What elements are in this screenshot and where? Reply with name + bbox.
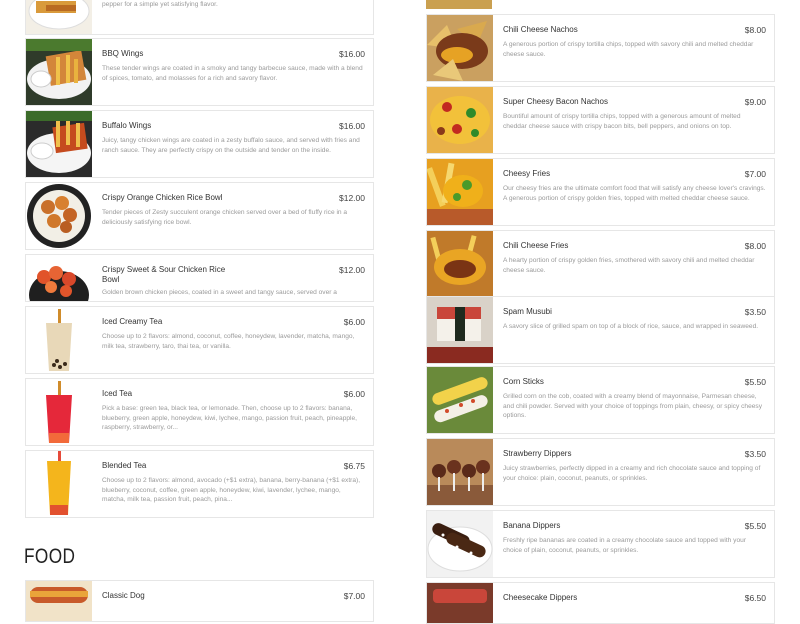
- menu-item-description: A generous portion of crispy tortilla ch…: [503, 41, 754, 58]
- menu-item-price: $6.00: [343, 389, 365, 399]
- menu-item-price: $8.00: [744, 241, 766, 251]
- menu-item-name: Spam Musubi: [503, 307, 552, 316]
- menu-item-name: Iced Tea: [102, 389, 133, 398]
- menu-item-name: Blended Tea: [102, 461, 147, 470]
- menu-item-description: pepper for a simple yet satisfying flavo…: [102, 1, 218, 8]
- menu-item-description: Choose up to 2 flavors: almond, coconut,…: [102, 333, 355, 350]
- menu-item-description: These tender wings are coated in a smoky…: [102, 65, 363, 82]
- menu-item-name: Cheesy Fries: [503, 169, 551, 178]
- cheesecake-dippers-image: [427, 583, 493, 623]
- menu-item-description: Our cheesy fries are the ultimate comfor…: [503, 185, 766, 202]
- menu-item-description: Choose up to 2 flavors: almond, avocado …: [102, 477, 361, 504]
- menu-item-name: Banana Dippers: [503, 521, 561, 530]
- menu-item-description: Juicy, tangy chicken wings are coated in…: [102, 137, 360, 154]
- chili-cheese-fries-image: [427, 231, 493, 297]
- menu-item-description: Pick a base: green tea, black tea, or le…: [102, 405, 357, 432]
- menu-item-price: $6.00: [343, 317, 365, 327]
- menu-item-card[interactable]: Crispy Sweet & Sour Chicken Rice Bowl $1…: [25, 254, 374, 302]
- blended-tea-image: [26, 451, 92, 517]
- menu-item-name: Cheesecake Dippers: [503, 593, 578, 602]
- menu-item-card[interactable]: Banana Dippers $5.50 Freshly ripe banana…: [426, 510, 775, 578]
- menu-item-name: Corn Sticks: [503, 377, 544, 386]
- menu-item-card[interactable]: Corn Sticks $5.50 Grilled corn on the co…: [426, 366, 775, 434]
- menu-item-card[interactable]: Classic Dog $7.00: [25, 580, 374, 622]
- menu-item-name: Strawberry Dippers: [503, 449, 572, 458]
- menu-item-card[interactable]: Chili Cheese Fries $8.00 A hearty portio…: [426, 230, 775, 298]
- menu-item-description: Golden brown chicken pieces, coated in a…: [102, 289, 337, 296]
- menu-item-price: $5.50: [744, 521, 766, 531]
- chili-cheese-nachos-image: [427, 15, 493, 81]
- menu-item-price: $12.00: [339, 193, 365, 203]
- menu-item-card[interactable]: Cheesy Fries $7.00 Our cheesy fries are …: [426, 158, 775, 226]
- corn-sticks-image: [427, 367, 493, 433]
- menu-item-price: $8.00: [744, 25, 766, 35]
- menu-item-card[interactable]: [426, 0, 773, 9]
- menu-item-card[interactable]: Blended Tea $6.75 Choose up to 2 flavors…: [25, 450, 374, 518]
- menu-item-name: Chili Cheese Fries: [503, 241, 569, 250]
- classic-dog-image: [26, 581, 92, 621]
- banana-dippers-image: [427, 511, 493, 577]
- menu-item-card[interactable]: Iced Tea $6.00 Pick a base: green tea, b…: [25, 378, 374, 446]
- food-image: [426, 0, 492, 9]
- strawberry-dippers-image: [427, 439, 493, 505]
- menu-item-card[interactable]: Strawberry Dippers $3.50 Juicy strawberr…: [426, 438, 775, 506]
- cheesy-fries-image: [427, 159, 493, 225]
- menu-item-card[interactable]: Chili Cheese Nachos $8.00 A generous por…: [426, 14, 775, 82]
- menu-item-name: Super Cheesy Bacon Nachos: [503, 97, 608, 106]
- section-title-food: FOOD: [24, 545, 76, 568]
- menu-item-name: Buffalo Wings: [102, 121, 152, 130]
- menu-item-card[interactable]: Buffalo Wings $16.00 Juicy, tangy chicke…: [25, 110, 374, 178]
- menu-item-name: BBQ Wings: [102, 49, 144, 58]
- menu-item-card[interactable]: Crispy Orange Chicken Rice Bowl $12.00 T…: [25, 182, 374, 250]
- menu-item-description: Freshly ripe bananas are coated in a cre…: [503, 537, 747, 554]
- menu-item-description: Bountiful amount of crispy tortilla chip…: [503, 113, 741, 130]
- menu-item-price: $7.00: [744, 169, 766, 179]
- bbq-wings-image: [26, 39, 92, 105]
- menu-item-price: $3.50: [744, 307, 766, 317]
- menu-item-description: Grilled corn on the cob, coated with a c…: [503, 393, 762, 420]
- buffalo-wings-image: [26, 111, 92, 177]
- bacon-nachos-image: [427, 87, 493, 153]
- menu-item-price: $6.50: [744, 593, 766, 603]
- menu-item-description: Tender pieces of Zesty succulent orange …: [102, 209, 348, 226]
- spam-musubi-image: [427, 297, 493, 363]
- menu-item-price: $6.75: [343, 461, 365, 471]
- menu-item-name: Crispy Sweet & Sour Chicken Rice Bowl: [102, 265, 226, 284]
- menu-item-card[interactable]: Spam Musubi $3.50 A savory slice of gril…: [426, 296, 775, 364]
- menu-item-card[interactable]: Iced Creamy Tea $6.00 Choose up to 2 fla…: [25, 306, 374, 374]
- menu-item-description: A hearty portion of crispy golden fries,…: [503, 257, 755, 274]
- menu-item-name: Iced Creamy Tea: [102, 317, 163, 326]
- iced-tea-image: [26, 379, 92, 445]
- menu-item-card[interactable]: Super Cheesy Bacon Nachos $9.00 Bountifu…: [426, 86, 775, 154]
- menu-item-name: Chili Cheese Nachos: [503, 25, 578, 34]
- menu-item-card[interactable]: pepper for a simple yet satisfying flavo…: [25, 0, 374, 35]
- sweet-sour-chicken-bowl-image: [26, 255, 92, 301]
- menu-item-price: $16.00: [339, 121, 365, 131]
- menu-item-price: $9.00: [744, 97, 766, 107]
- menu-item-description: Juicy strawberries, perfectly dipped in …: [503, 465, 761, 482]
- menu-item-card[interactable]: Cheesecake Dippers $6.50: [426, 582, 775, 624]
- menu-item-price: $12.00: [339, 265, 365, 275]
- menu-item-price: $3.50: [744, 449, 766, 459]
- menu-item-description: A savory slice of grilled spam on top of…: [503, 323, 759, 330]
- menu-item-price: $16.00: [339, 49, 365, 59]
- iced-creamy-tea-image: [26, 307, 92, 373]
- menu-item-card[interactable]: BBQ Wings $16.00 These tender wings are …: [25, 38, 374, 106]
- fries-image: [26, 0, 92, 34]
- orange-chicken-bowl-image: [26, 183, 92, 249]
- menu-item-price: $5.50: [744, 377, 766, 387]
- menu-item-name: Crispy Orange Chicken Rice Bowl: [102, 193, 223, 202]
